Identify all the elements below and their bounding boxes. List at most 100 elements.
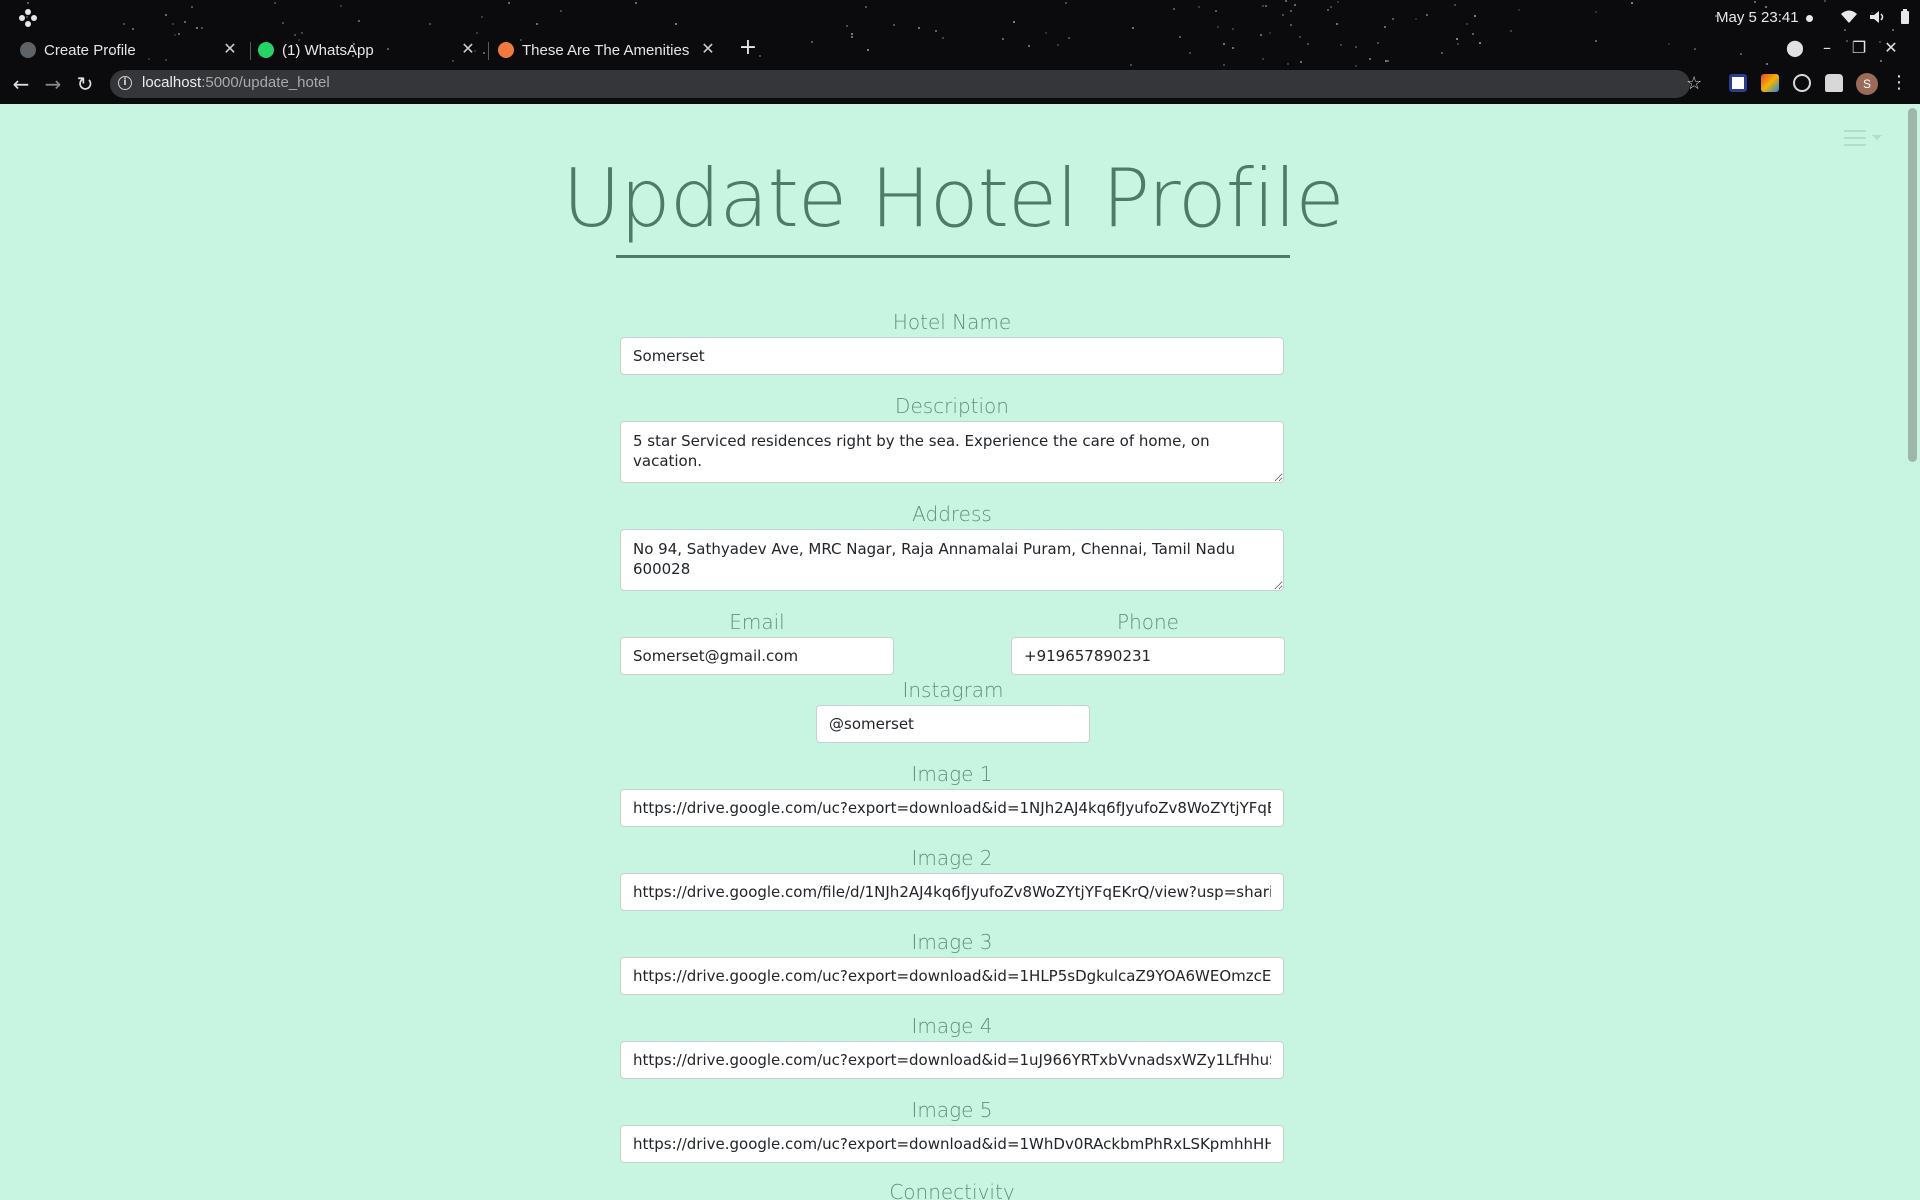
star-dot bbox=[1329, 6, 1332, 9]
url-text[interactable]: localhost:5000/update_hotel bbox=[142, 74, 330, 91]
email-field[interactable] bbox=[620, 637, 894, 675]
star-dot bbox=[1426, 14, 1429, 17]
restore-icon[interactable]: ❐ bbox=[1850, 38, 1868, 58]
star-dot bbox=[1028, 44, 1031, 47]
page-title: Update Hotel Profile bbox=[562, 152, 1344, 245]
star-dot bbox=[1336, 23, 1339, 26]
star-dot bbox=[273, 1, 276, 4]
star-dot bbox=[1262, 57, 1265, 60]
star-dot bbox=[1339, 43, 1342, 46]
tab-whatsapp[interactable]: (1) WhatsApp ✕ bbox=[258, 36, 478, 64]
description-textarea[interactable]: 5 star Serviced residences right by the … bbox=[620, 421, 1284, 483]
star-dot bbox=[476, 31, 479, 34]
star-dot bbox=[428, 23, 431, 26]
image-1-label: Image 1 bbox=[911, 762, 993, 786]
instagram-label: Instagram bbox=[902, 678, 1004, 702]
close-tab-icon[interactable]: ✕ bbox=[698, 40, 718, 60]
system-tray[interactable] bbox=[1840, 8, 1914, 26]
star-dot bbox=[1013, 20, 1016, 23]
star-dot bbox=[1284, 0, 1287, 3]
forward-icon[interactable]: → bbox=[41, 72, 65, 96]
profile-avatar[interactable]: S bbox=[1856, 73, 1878, 95]
window-controls[interactable]: ⬤ – ❐ ✕ bbox=[1786, 38, 1900, 58]
os-apps-icon[interactable] bbox=[18, 8, 38, 28]
close-tab-icon[interactable]: ✕ bbox=[220, 40, 240, 60]
star-dot bbox=[1198, 5, 1201, 8]
browser-menu-icon[interactable]: ⋮ bbox=[1890, 72, 1908, 93]
address-bar[interactable] bbox=[110, 70, 1690, 98]
close-tab-icon[interactable]: ✕ bbox=[458, 40, 478, 60]
site-info-icon[interactable]: i bbox=[118, 76, 132, 90]
star-dot bbox=[1880, 60, 1883, 63]
minimize-icon[interactable]: – bbox=[1818, 38, 1836, 58]
scrollbar-thumb[interactable] bbox=[1908, 108, 1917, 462]
extension-icon[interactable] bbox=[1729, 74, 1747, 92]
description-label: Description bbox=[895, 394, 1009, 418]
star-dot bbox=[195, 27, 198, 30]
address-textarea[interactable]: No 94, Sathyadev Ave, MRC Nagar, Raja An… bbox=[620, 529, 1284, 591]
star-dot bbox=[1892, 29, 1895, 32]
star-dot bbox=[1129, 63, 1132, 66]
image-5-url-input[interactable] bbox=[620, 1125, 1284, 1163]
image-4-url-input[interactable] bbox=[620, 1041, 1284, 1079]
hamburger-menu-icon[interactable] bbox=[1844, 126, 1882, 150]
star-dot bbox=[864, 5, 867, 8]
connectivity-label: Connectivity bbox=[889, 1180, 1015, 1200]
star-dot bbox=[810, 41, 813, 44]
battery-icon[interactable] bbox=[1896, 8, 1914, 26]
star-dot bbox=[917, 27, 920, 30]
profile-download-icon[interactable]: ⬤ bbox=[1786, 38, 1804, 58]
star-dot bbox=[1740, 52, 1743, 55]
star-dot bbox=[1337, 1, 1339, 4]
extensions-puzzle-icon[interactable] bbox=[1825, 74, 1843, 92]
extension-icon[interactable] bbox=[1761, 74, 1779, 92]
star-dot bbox=[1466, 23, 1469, 26]
image-4-label: Image 4 bbox=[911, 1014, 993, 1038]
star-dot bbox=[634, 1, 637, 4]
star-dot bbox=[1668, 43, 1671, 46]
star-dot bbox=[1473, 15, 1476, 18]
wifi-icon[interactable] bbox=[1840, 8, 1858, 26]
phone-field[interactable] bbox=[1011, 637, 1285, 675]
star-dot bbox=[1287, 63, 1290, 66]
volume-icon[interactable] bbox=[1868, 8, 1886, 26]
star-dot bbox=[27, 1, 30, 4]
new-tab-icon[interactable]: + bbox=[738, 37, 758, 59]
react-devtools-icon[interactable] bbox=[1793, 74, 1811, 92]
star-dot bbox=[1369, 57, 1372, 60]
star-dot bbox=[1384, 26, 1387, 29]
star-dot bbox=[1823, 0, 1826, 3]
close-window-icon[interactable]: ✕ bbox=[1882, 38, 1900, 58]
image-3-label: Image 3 bbox=[911, 930, 993, 954]
star-dot bbox=[1327, 8, 1330, 11]
star-dot bbox=[1478, 41, 1481, 44]
star-dot bbox=[1064, 1, 1067, 4]
star-dot bbox=[1173, 7, 1176, 10]
site-favicon-icon bbox=[498, 42, 514, 58]
image-1-url-input[interactable] bbox=[620, 789, 1284, 827]
reload-icon[interactable]: ↻ bbox=[73, 72, 97, 96]
star-dot bbox=[201, 26, 204, 29]
tab-amenities[interactable]: These Are The Amenities ✕ bbox=[498, 36, 718, 64]
star-dot bbox=[300, 31, 303, 34]
hotel-name-input[interactable] bbox=[620, 337, 1284, 375]
back-icon[interactable]: ← bbox=[9, 72, 33, 96]
image-3-url-input[interactable] bbox=[620, 957, 1284, 995]
instagram-field[interactable] bbox=[816, 705, 1090, 743]
whatsapp-icon bbox=[258, 42, 274, 58]
star-dot bbox=[1179, 35, 1182, 38]
star-dot bbox=[1457, 43, 1460, 46]
star-dot bbox=[1262, 5, 1265, 8]
tab-create-profile[interactable]: Create Profile ✕ bbox=[20, 36, 240, 64]
os-clock[interactable]: May 5 23:41 bbox=[1716, 9, 1799, 26]
star-dot bbox=[357, 20, 360, 23]
star-dot bbox=[1594, 11, 1597, 14]
star-dot bbox=[165, 13, 168, 16]
star-dot bbox=[1131, 27, 1134, 30]
star-dot bbox=[482, 51, 485, 54]
star-dot bbox=[1222, 64, 1225, 67]
star-dot bbox=[1453, 4, 1456, 7]
image-2-url-input[interactable] bbox=[620, 873, 1284, 911]
page-scrollbar[interactable] bbox=[1906, 104, 1920, 1200]
bookmark-star-icon[interactable]: ☆ bbox=[1686, 73, 1702, 94]
